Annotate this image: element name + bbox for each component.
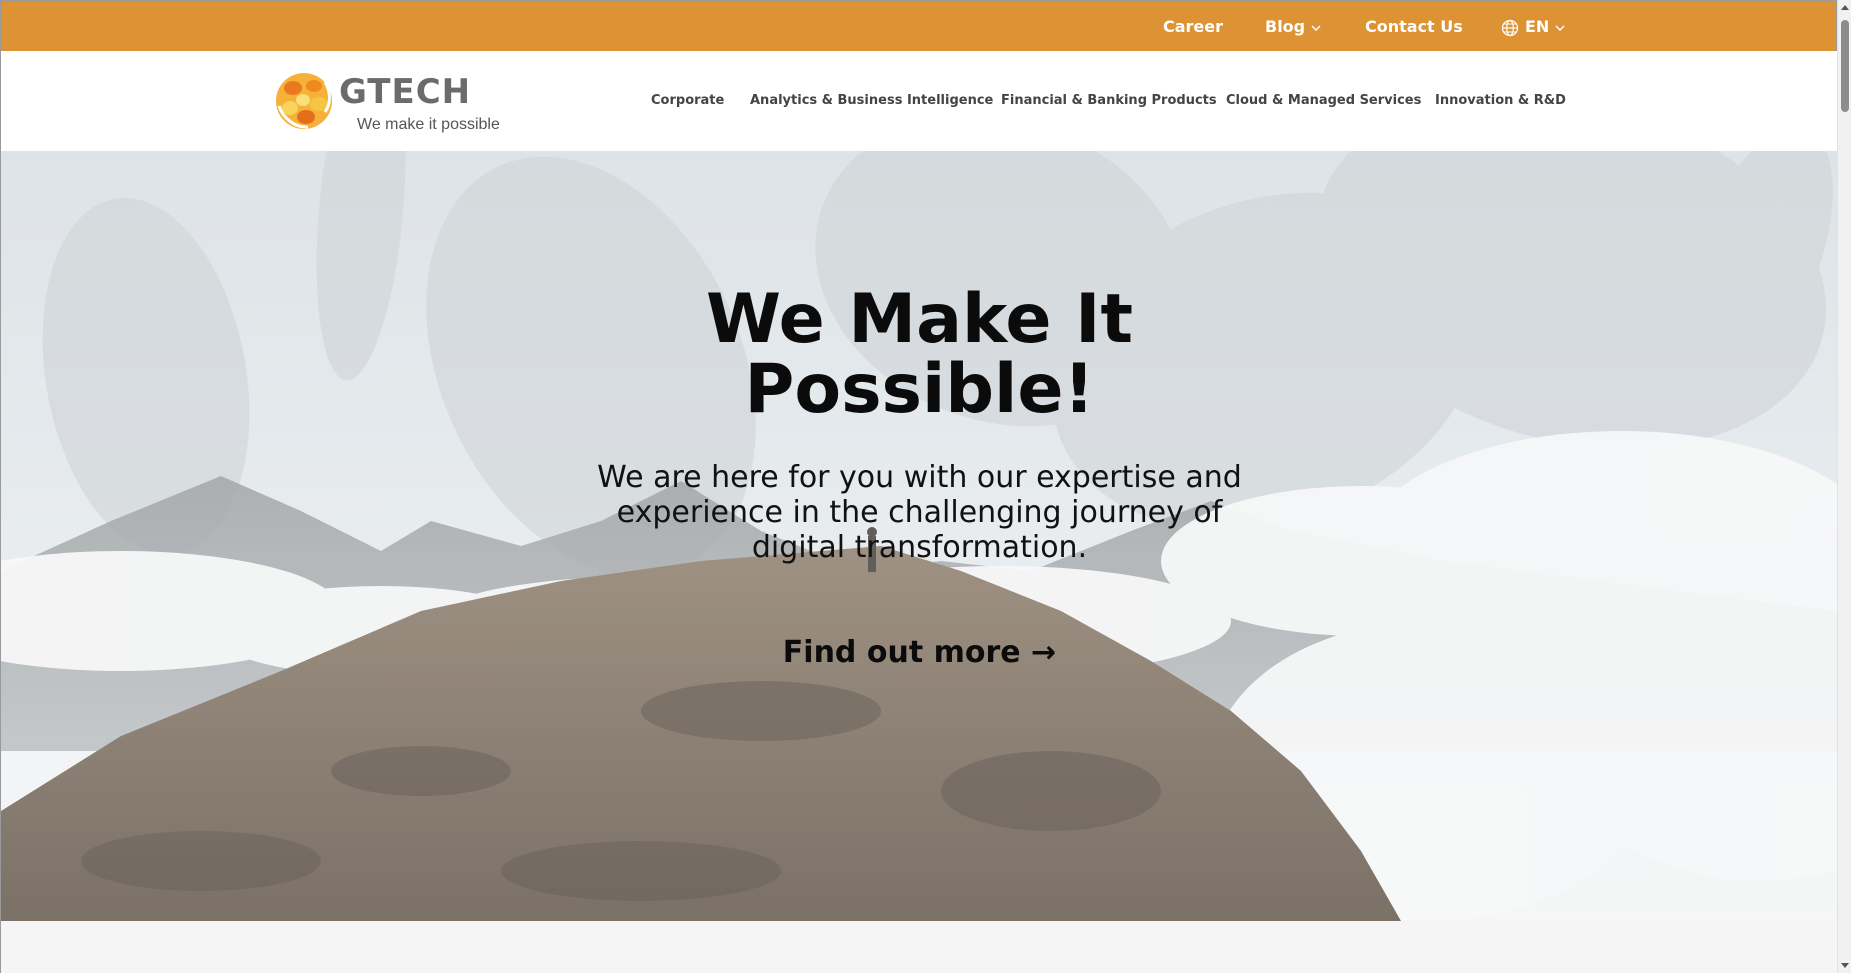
logo-mark-icon (276, 73, 332, 129)
blog-label: Blog (1265, 17, 1306, 36)
top-bar: Career Blog Contact Us EN (0, 0, 1837, 51)
nav-corporate[interactable]: Corporate (651, 51, 724, 151)
nav-analytics-bi[interactable]: Analytics & Business Intelligence (750, 51, 993, 151)
contact-link[interactable]: Contact Us (1365, 1, 1463, 52)
next-section (0, 921, 1837, 973)
language-label: EN (1525, 17, 1550, 36)
find-out-more-button[interactable]: Find out more → (1, 635, 1837, 670)
hero-title-line-1: We Make It (706, 280, 1133, 359)
hero-subtitle: We are here for you with our expertise a… (597, 460, 1242, 565)
scroll-down-icon[interactable] (1841, 963, 1849, 968)
language-selector[interactable]: EN (1501, 1, 1565, 52)
page-scrollbar[interactable] (1837, 0, 1851, 973)
main-navbar: GTECH We make it possible Corporate Anal… (0, 51, 1837, 151)
career-link[interactable]: Career (1163, 1, 1223, 52)
scroll-up-icon[interactable] (1841, 5, 1849, 10)
blog-menu[interactable]: Blog (1265, 1, 1321, 52)
chevron-down-icon (1555, 24, 1565, 31)
nav-financial-banking[interactable]: Financial & Banking Products (1001, 51, 1217, 151)
hero-section: We Make It Possible! We are here for you… (0, 151, 1837, 921)
logo[interactable]: GTECH We make it possible (273, 68, 503, 138)
chevron-down-icon (1311, 24, 1321, 31)
globe-icon (1501, 19, 1519, 36)
nav-innovation-rd[interactable]: Innovation & R&D (1435, 51, 1566, 151)
nav-cloud-managed[interactable]: Cloud & Managed Services (1226, 51, 1421, 151)
scroll-thumb[interactable] (1841, 20, 1849, 112)
hero-title-line-2: Possible! (744, 350, 1095, 429)
logo-tagline: We make it possible (357, 116, 500, 133)
hero-title: We Make It Possible! (1, 285, 1837, 425)
logo-wordmark: GTECH (339, 72, 472, 112)
